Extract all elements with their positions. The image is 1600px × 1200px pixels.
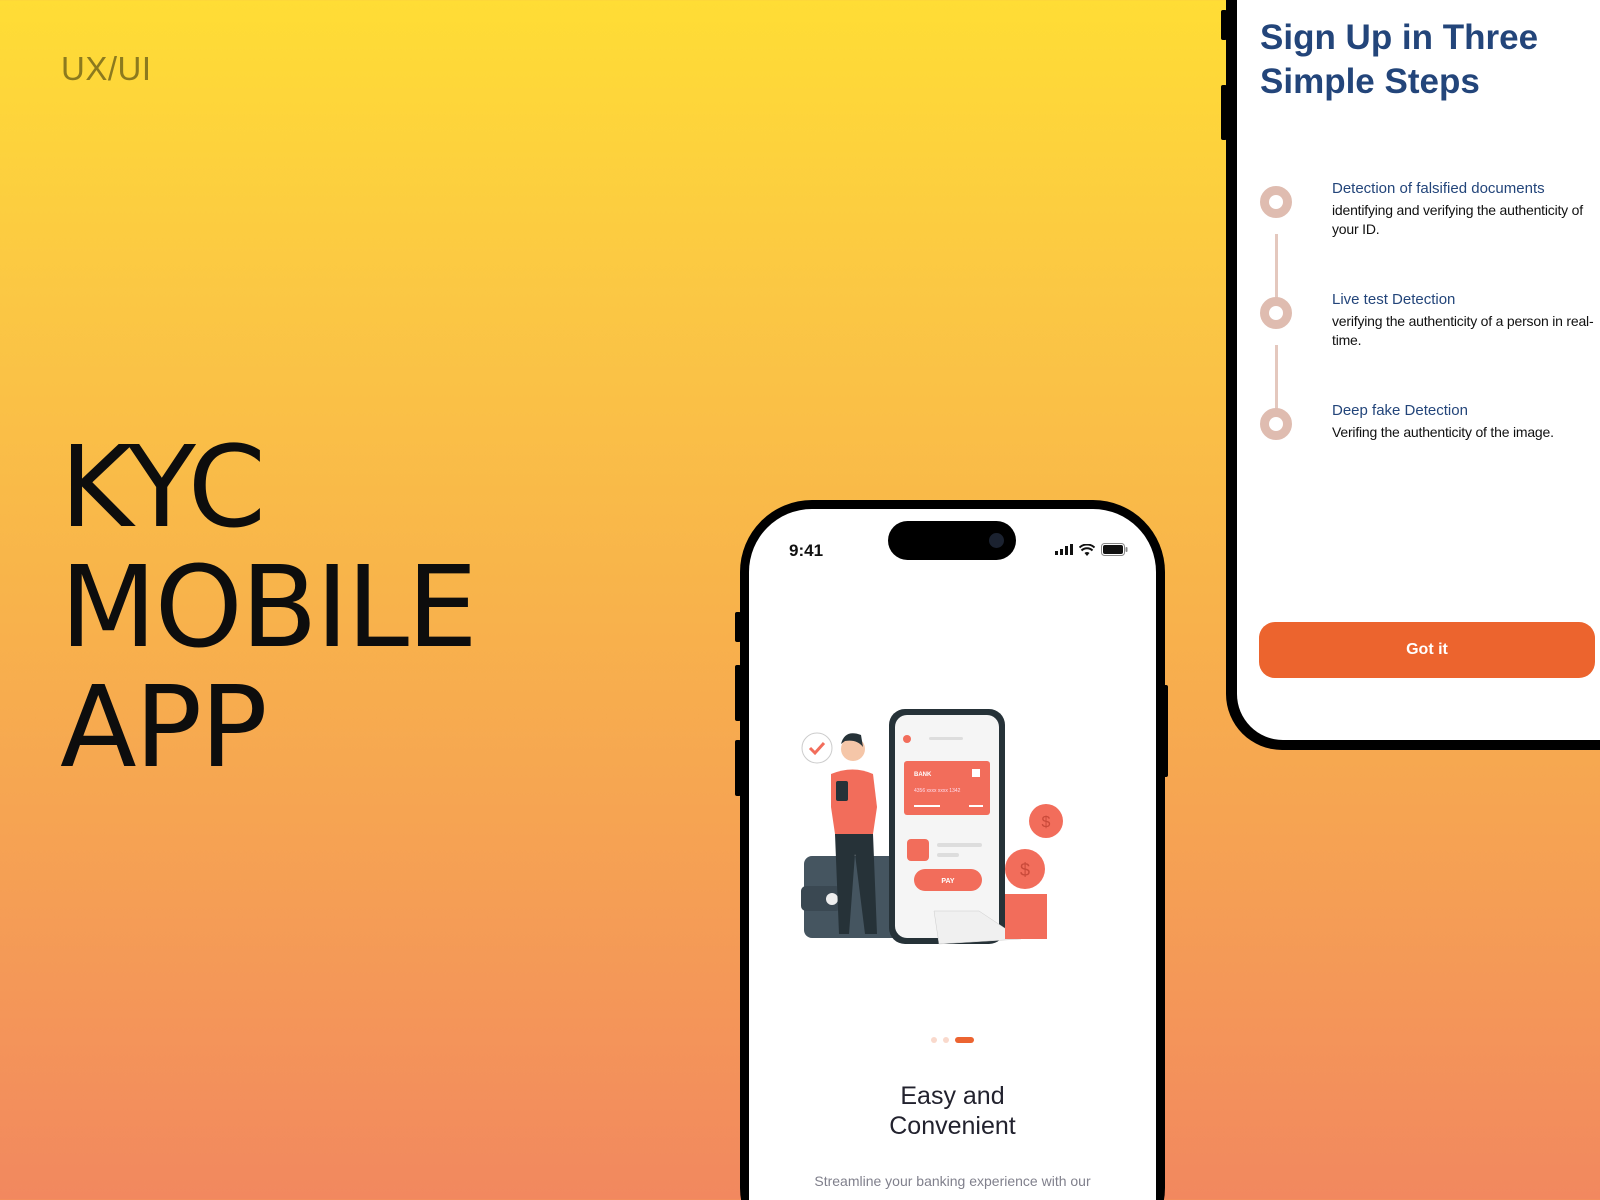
carousel-indicator[interactable] — [749, 1037, 1156, 1043]
wifi-icon — [1079, 543, 1095, 556]
step-description: Verifing the authenticity of the image. — [1332, 424, 1554, 440]
got-it-button[interactable]: Got it — [1259, 622, 1595, 678]
onboarding-description: Streamline your banking experience with … — [814, 1173, 1091, 1189]
step-marker-icon — [1260, 297, 1292, 329]
step-title: Live test Detection — [1332, 291, 1456, 308]
phone-mockup: 9:41 BANK 4356 xxxx xxxx 1342 PAY $ $ Ea… — [740, 500, 1165, 1200]
title-line: Convenient — [889, 1112, 1016, 1140]
carousel-dot-active[interactable] — [955, 1037, 974, 1043]
card-bank-label: BANK — [914, 772, 932, 778]
title-line: Sign Up in Three — [1260, 18, 1539, 57]
onboarding-screen: 9:41 BANK 4356 xxxx xxxx 1342 PAY $ $ Ea… — [749, 509, 1156, 1200]
signup-steps-phone: Sign Up in Three Simple Steps Detection … — [1221, 0, 1600, 750]
dynamic-island — [888, 521, 1016, 560]
step-title: Detection of falsified documents — [1332, 180, 1545, 197]
title-line: Easy and — [900, 1082, 1005, 1110]
pay-label: PAY — [941, 878, 955, 885]
status-icons — [1055, 543, 1128, 556]
cart-icon — [907, 839, 929, 861]
phone-side-button — [1221, 10, 1227, 40]
hero-title: KYC MOBILE APP — [60, 423, 478, 793]
hero-line: APP — [60, 663, 268, 793]
onboarding-title: Easy and Convenient — [749, 1081, 1156, 1141]
carousel-dot[interactable] — [943, 1037, 949, 1043]
carousel-dot[interactable] — [931, 1037, 937, 1043]
phone-volume-button — [1221, 85, 1227, 140]
card-number: 4356 xxxx xxxx 1342 — [914, 788, 961, 794]
step-marker-icon — [1260, 186, 1292, 218]
signal-icon — [1055, 544, 1073, 555]
step-title: Deep fake Detection — [1332, 402, 1468, 419]
svg-text:$: $ — [1020, 860, 1030, 880]
camera-icon — [989, 533, 1004, 548]
banking-illustration: BANK 4356 xxxx xxxx 1342 PAY $ $ — [801, 709, 1063, 945]
hero-line: MOBILE — [60, 543, 478, 673]
hero-line: KYC — [60, 423, 266, 553]
check-bubble — [801, 732, 833, 764]
step-marker-icon — [1260, 408, 1292, 440]
title-line: Simple Steps — [1260, 62, 1480, 101]
svg-text:$: $ — [1042, 814, 1051, 831]
step-description: identifying and verifying the authentici… — [1332, 202, 1583, 237]
step-description: verifying the authenticity of a person i… — [1332, 313, 1594, 348]
panel-title: Sign Up in Three Simple Steps — [1260, 16, 1538, 104]
category-tag: UX/UI — [61, 50, 152, 87]
battery-icon — [1101, 543, 1128, 556]
status-time: 9:41 — [789, 541, 824, 560]
signup-steps-screen: Sign Up in Three Simple Steps Detection … — [1237, 0, 1600, 740]
